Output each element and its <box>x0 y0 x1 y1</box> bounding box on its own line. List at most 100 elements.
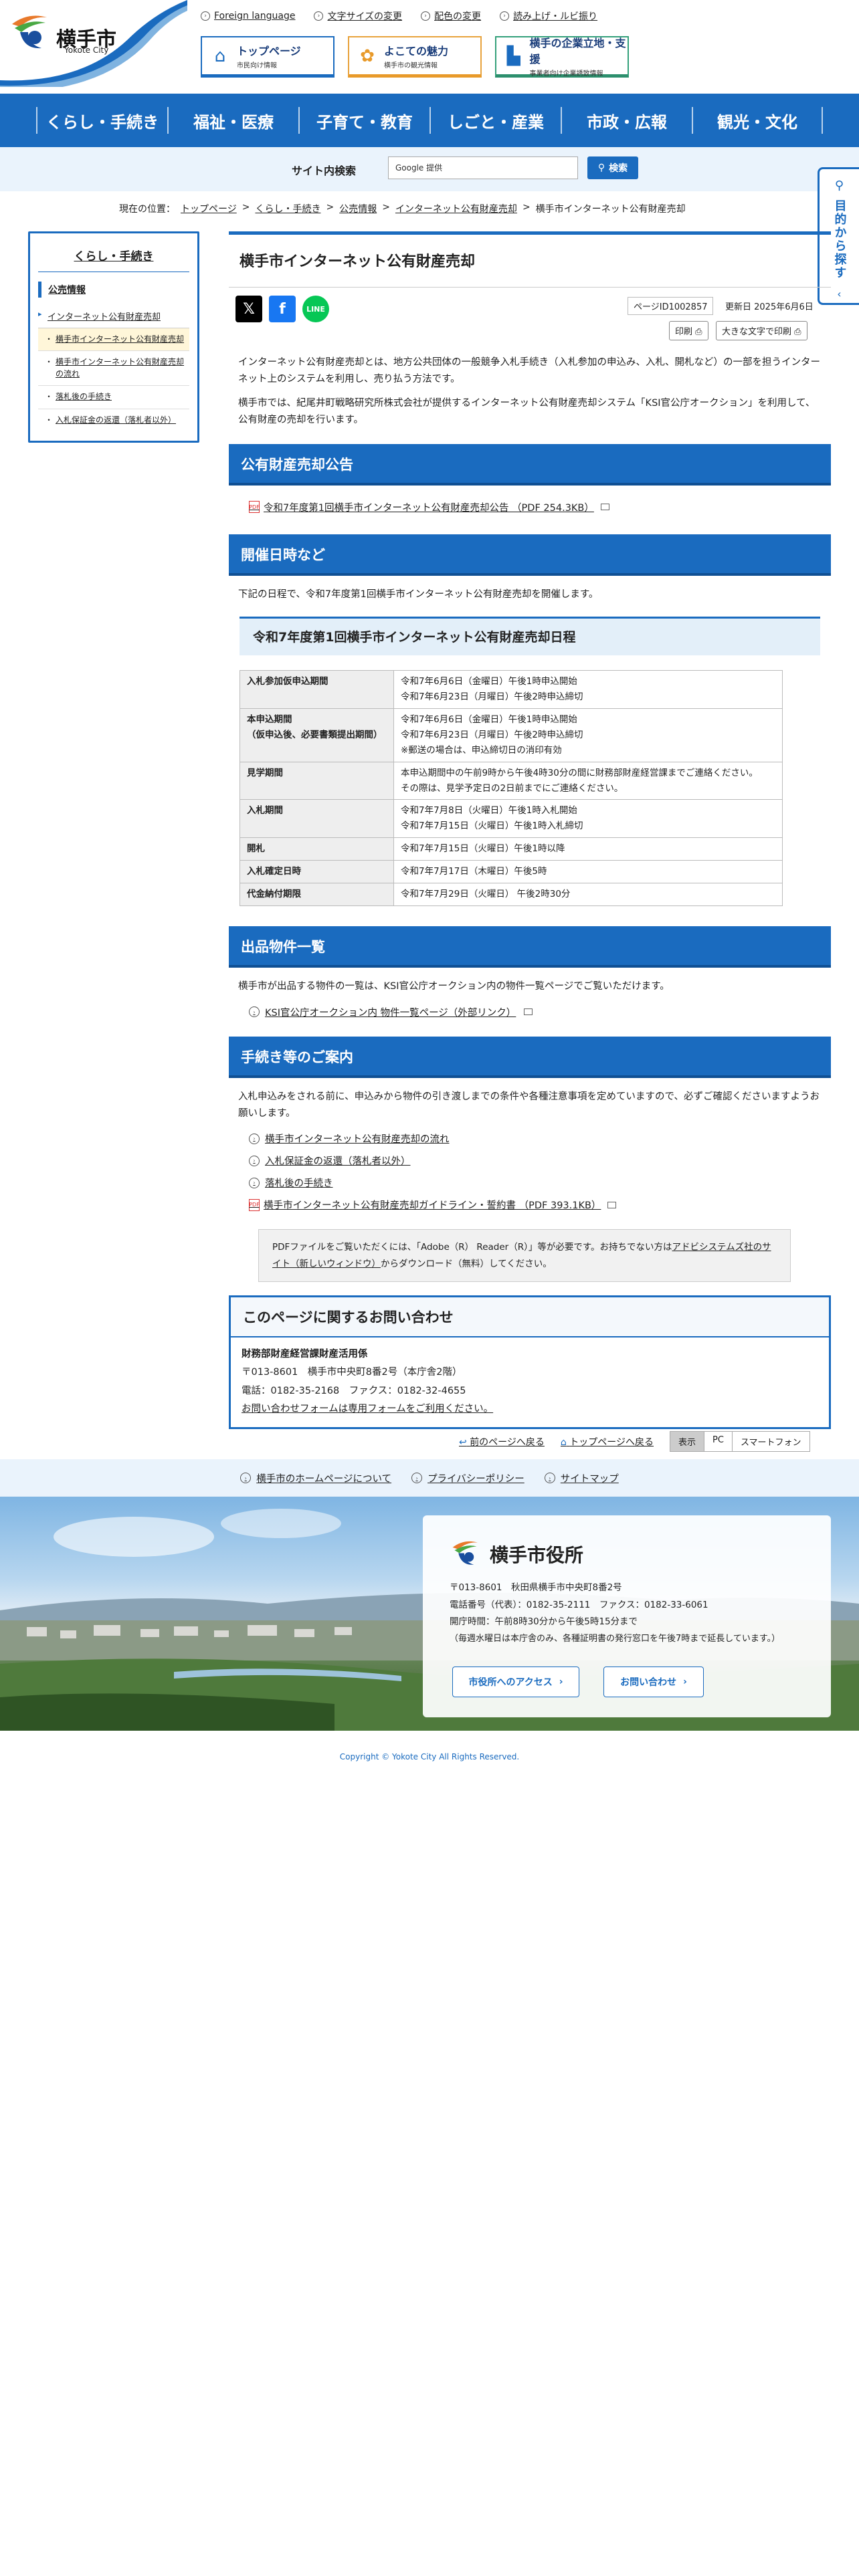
breadcrumb-auction[interactable]: 公売情報 <box>339 202 377 215</box>
table-row: 代金納付期限 令和7年7月29日（火曜日） 午後2時30分 <box>240 883 783 907</box>
business-button[interactable]: ▙ 横手の企業立地・支援 事業者向け企業誘致情報 <box>495 36 629 78</box>
read-aloud-link[interactable]: › 読み上げ・ルビ振り <box>500 9 597 23</box>
access-button[interactable]: 市役所へのアクセス › <box>452 1667 579 1697</box>
arrow-circle-icon: › <box>314 11 324 21</box>
local-nav-sub-current[interactable]: 横手市インターネット公有財産売却 <box>38 328 189 352</box>
local-nav-sub-refund[interactable]: 入札保証金の返還（落札者以外） <box>38 409 189 431</box>
guide-lead: 入札申込みをされる前に、申込みから物件の引き渡しまでの条件や各種注意事項を定めて… <box>238 1091 820 1119</box>
guide-link-after[interactable]: › 落札後の手続き <box>249 1176 831 1190</box>
new-window-icon <box>524 1008 533 1015</box>
gnav-tourism[interactable]: 観光・文化 <box>692 107 823 134</box>
breadcrumb: 現在の位置： トップページ > くらし・手続き > 公売情報 > インターネット… <box>119 202 686 215</box>
foreign-language-link[interactable]: › Foreign language <box>201 9 295 23</box>
city-logo-mark-icon <box>452 1541 478 1565</box>
heading-guide: 手続き等のご案内 <box>229 1036 831 1078</box>
city-logo-mark-icon[interactable] <box>8 9 52 52</box>
footer-phone: 電話番号（代表）：0182-35-2111 ファクス：0182-33-6061 <box>450 1599 708 1610</box>
schedule-table: 入札参加仮申込期間 令和7年6月6日（金曜日）午後1時申込開始 令和7年6月23日（… <box>240 669 783 907</box>
home-icon: ⌂ <box>560 1436 567 1448</box>
heading-items: 出品物件一覧 <box>229 926 831 968</box>
back-link[interactable]: ↩ 前のページへ戻る <box>459 1435 545 1448</box>
x-share-icon[interactable]: 𝕏 <box>235 296 262 322</box>
display-pc[interactable]: PC <box>704 1432 732 1451</box>
page-footer-nav: ↩ 前のページへ戻る ⌂ トップページへ戻る 表示 PC スマートフォン <box>459 1431 810 1452</box>
footer-city-card: 横手市役所 〒013-8601 秋田県横手市中央町8番2号 電話番号（代表）：0… <box>423 1515 831 1717</box>
chevron-right-icon: › <box>559 1677 563 1687</box>
quick-buttons: ⌂ トップページ 市民向け情報 ✿ よこての魅力 横手市の観光情報 ▙ 横手の企業立… <box>201 36 629 78</box>
arrow-circle-icon: › <box>201 11 210 21</box>
breadcrumb-living[interactable]: くらし・手続き <box>255 202 320 215</box>
arrow-circle-icon: › <box>500 11 510 21</box>
heading-schedule: 開催日時など <box>229 534 831 576</box>
intro-paragraph-2: 横手市では、紀尾井町戦略研究所株式会社が提供するインターネット公有財産売却システ… <box>238 397 816 426</box>
gnav-welfare[interactable]: 福祉・医療 <box>167 107 298 134</box>
guide-pdf-link[interactable]: PDF 横手市インターネット公有財産売却ガイドライン・誓約書 （PDF 393.… <box>249 1198 831 1212</box>
pdf-icon: PDF <box>249 501 260 513</box>
arrow-circle-icon: › <box>249 1177 260 1188</box>
footer-privacy-link[interactable]: › プライバシーポリシー <box>411 1471 524 1485</box>
main-content: 横手市インターネット公有財産売却 𝕏 f LINE ページID1002857 更… <box>229 231 831 1430</box>
items-lead: 横手市が出品する物件の一覧は、KSI官公庁オークション内の物件一覧ページでご覧い… <box>238 981 670 992</box>
top-page-button[interactable]: ⌂ トップページ 市民向け情報 <box>201 36 335 78</box>
arrow-circle-icon: › <box>421 11 431 21</box>
share-buttons: 𝕏 f LINE <box>235 296 329 322</box>
notice-pdf-link[interactable]: PDF 令和7年度第1回横手市インターネット公有財産売却公告 （PDF 254.… <box>249 500 831 514</box>
back-arrow-icon: ↩ <box>459 1436 467 1448</box>
utility-links: › Foreign language › 文字サイズの変更 › 配色の変更 › 読み上げ… <box>201 9 597 23</box>
facebook-share-icon[interactable]: f <box>269 296 296 322</box>
site-search-input[interactable]: Google 提供 <box>388 156 578 179</box>
local-nav-internet-sale[interactable]: インターネット公有財産売却 <box>38 304 189 328</box>
local-nav-sub-after[interactable]: 落札後の手続き <box>38 386 189 409</box>
font-size-link[interactable]: › 文字サイズの変更 <box>314 9 402 23</box>
print-large-button[interactable]: 大きな文字で印刷 ⎙ <box>716 321 807 340</box>
gnav-childcare[interactable]: 子育て・教育 <box>298 107 430 134</box>
local-nav-sub-flow[interactable]: 横手市インターネット公有財産売却の流れ <box>38 351 189 387</box>
chevron-left-icon: ‹ <box>837 288 842 300</box>
inquiry-button[interactable]: お問い合わせ › <box>603 1667 704 1697</box>
footer-sitemap-link[interactable]: › サイトマップ <box>544 1471 619 1485</box>
line-share-icon[interactable]: LINE <box>302 296 329 322</box>
gnav-city[interactable]: 市政・広報 <box>561 107 692 134</box>
local-nav-section[interactable]: 公売情報 <box>38 282 189 298</box>
table-row: 入札確定日時 令和7年7月17日（木曜日）午後5時 <box>240 860 783 884</box>
gnav-work[interactable]: しごと・産業 <box>430 107 561 134</box>
print-button[interactable]: 印刷 ⎙ <box>669 321 708 340</box>
heading-notice: 公有財産売却公告 <box>229 443 831 486</box>
purpose-search-label: 目的から探す <box>832 199 847 280</box>
footer-about-link[interactable]: › 横手市のホームページについて <box>240 1471 391 1485</box>
breadcrumb-top[interactable]: トップページ <box>181 202 237 215</box>
local-nav-title[interactable]: くらし・手続き <box>38 233 189 272</box>
gift-icon: ✿ <box>360 45 375 66</box>
new-window-icon <box>607 1201 617 1208</box>
site-search-label: サイト内検索 <box>292 165 357 177</box>
arrow-circle-icon: › <box>249 1006 260 1017</box>
pdf-reader-note: PDFファイルをご覧いただくには、「Adobe（R） Reader（R）」等が必… <box>258 1229 791 1282</box>
guide-link-flow[interactable]: › 横手市インターネット公有財産売却の流れ <box>249 1132 831 1146</box>
table-row: 入札参加仮申込期間 令和7年6月6日（金曜日）午後1時申込開始 令和7年6月23日（… <box>240 669 783 709</box>
site-header: 横手市 Yokote City › Foreign language › 文字サイズ… <box>0 0 859 94</box>
home-icon: ⌂ <box>214 45 226 66</box>
search-icon: ⚲ <box>597 163 605 173</box>
guide-link-refund[interactable]: › 入札保証金の返還（落札者以外） <box>249 1154 831 1168</box>
footer-address: 〒013-8601 秋田県横手市中央町8番2号 <box>450 1582 622 1593</box>
ksi-items-link[interactable]: › KSI官公庁オークション内 物件一覧ページ（外部リンク） <box>249 1005 831 1019</box>
display-label: 表示 <box>670 1432 704 1451</box>
site-search-button[interactable]: ⚲ 検索 <box>587 156 638 179</box>
printer-icon: ⎙ <box>695 327 702 337</box>
color-scheme-link[interactable]: › 配色の変更 <box>421 9 481 23</box>
top-link[interactable]: ⌂ トップページへ戻る <box>561 1435 654 1448</box>
gnav-living[interactable]: くらし・手続き <box>36 107 167 134</box>
intro-paragraph-1: インターネット公有財産売却とは、地方公共団体の一般競争入札手続き（入札参加の申込… <box>238 357 820 385</box>
display-smartphone[interactable]: スマートフォン <box>731 1432 809 1451</box>
table-row: 本申込期間 （仮申込後、必要書類提出期間） 令和7年6月6日（金曜日）午後1時申込… <box>240 708 783 762</box>
tourism-button[interactable]: ✿ よこての魅力 横手市の観光情報 <box>348 36 482 78</box>
search-icon: ⚲ <box>834 179 844 193</box>
contact-form-link[interactable]: お問い合わせフォームは専用フォームをご利用ください。 <box>242 1400 818 1419</box>
footer-hours-note: （毎週水曜日は本庁舎のみ、各種証明書の発行窓口を午後7時まで延長しています。） <box>450 1633 781 1644</box>
factory-icon: ▙ <box>506 45 520 66</box>
table-row: 入札期間 令和7年7月8日（火曜日）午後1時入札開始 令和7年7月15日（火曜日）午… <box>240 799 783 839</box>
breadcrumb-internet-sale[interactable]: インターネット公有財産売却 <box>395 202 517 215</box>
new-window-icon <box>600 504 609 510</box>
schedule-lead: 下記の日程で、令和7年度第1回横手市インターネット公有財産売却を開催します。 <box>238 588 599 600</box>
global-nav: くらし・手続き 福祉・医療 子育て・教育 しごと・産業 市政・広報 観光・文化 <box>0 94 859 147</box>
